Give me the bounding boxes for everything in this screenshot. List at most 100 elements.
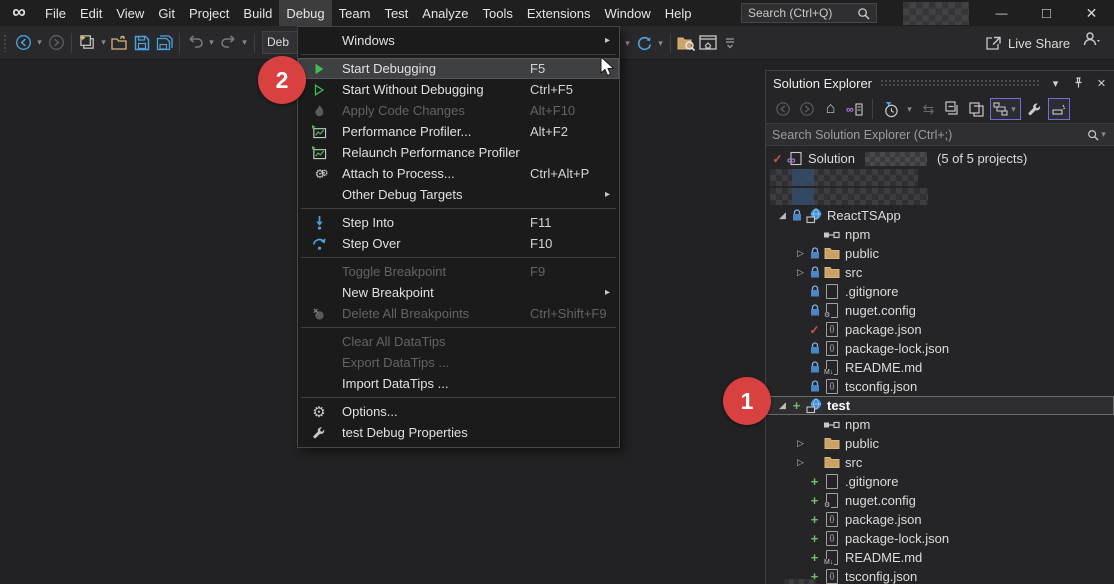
menu-item-test-debug-properties[interactable]: test Debug Properties — [298, 422, 619, 443]
run-target-caret-icon[interactable]: ▾ — [622, 38, 633, 49]
tree-item-package-json[interactable]: ✓ {} package.json — [766, 320, 1114, 339]
tree-item-gitignore[interactable]: + .gitignore — [766, 472, 1114, 491]
search-options-caret-icon[interactable]: ▾ — [1099, 129, 1108, 140]
menu-extensions[interactable]: Extensions — [520, 0, 598, 26]
tree-item-nuget-config[interactable]: + ⚙ nuget.config — [766, 491, 1114, 510]
refresh-caret-icon[interactable]: ▾ — [655, 38, 666, 49]
preview-selected-items-toggle[interactable] — [1048, 98, 1070, 120]
find-in-files-button[interactable] — [675, 31, 697, 55]
menu-build[interactable]: Build — [236, 0, 279, 26]
menu-team[interactable]: Team — [332, 0, 378, 26]
expander-expanded-icon[interactable]: ◢ — [776, 400, 789, 411]
tree-item-public[interactable]: ▷ public — [766, 434, 1114, 453]
menu-file[interactable]: File — [38, 0, 73, 26]
show-all-files-button[interactable] — [966, 99, 987, 120]
new-project-button[interactable] — [76, 31, 98, 55]
se-forward-button[interactable] — [796, 99, 817, 120]
tree-item-readme-md[interactable]: + M↓ README.md — [766, 548, 1114, 567]
navigate-backward-caret-icon[interactable]: ▾ — [34, 37, 45, 48]
open-file-button[interactable] — [109, 31, 131, 55]
tree-item-package-lock-json[interactable]: {} package-lock.json — [766, 339, 1114, 358]
menu-item-step-over[interactable]: Step Over F10 — [298, 233, 619, 254]
solution-explorer-header[interactable]: Solution Explorer ▾ ✕ — [766, 71, 1114, 95]
pin-icon[interactable] — [1070, 75, 1087, 92]
tree-item-reacttsapp[interactable]: ◢ ReactTSApp — [766, 206, 1114, 225]
tree-item-npm[interactable]: npm — [766, 415, 1114, 434]
redo-button[interactable] — [217, 31, 239, 55]
menu-item-attach-to-process[interactable]: ⚙ ⚙ Attach to Process... Ctrl+Alt+P — [298, 163, 619, 184]
menu-item-apply-code-changes[interactable]: Apply Code Changes Alt+F10 — [298, 100, 619, 121]
panel-menu-caret-icon[interactable]: ▾ — [1047, 75, 1064, 92]
expander-collapsed-icon[interactable]: ▷ — [794, 248, 807, 259]
expander-expanded-icon[interactable]: ◢ — [776, 210, 789, 221]
menu-view[interactable]: View — [109, 0, 151, 26]
properties-button[interactable] — [1024, 99, 1045, 120]
expander-collapsed-icon[interactable]: ▷ — [794, 438, 807, 449]
se-home-button[interactable]: ⌂ — [820, 99, 841, 120]
tree-item-public[interactable]: ▷ public — [766, 244, 1114, 263]
menu-analyze[interactable]: Analyze — [415, 0, 475, 26]
tree-item-src[interactable]: ▷ src — [766, 263, 1114, 282]
collapse-all-button[interactable] — [942, 99, 963, 120]
maximize-button[interactable]: □ — [1024, 0, 1069, 26]
menu-git[interactable]: Git — [151, 0, 182, 26]
toolbar-grip[interactable] — [3, 33, 8, 52]
tree-item-npm[interactable]: npm — [766, 225, 1114, 244]
save-button[interactable] — [131, 31, 153, 55]
undo-button[interactable] — [184, 31, 206, 55]
menu-item-start-without-debugging[interactable]: Start Without Debugging Ctrl+F5 — [298, 79, 619, 100]
menu-help[interactable]: Help — [658, 0, 699, 26]
tree-item-redacted[interactable] — [766, 168, 1114, 187]
tree-item-solution[interactable]: ✓ ∞ Solution (5 of 5 projects) — [766, 149, 1114, 168]
switch-views-button[interactable]: ∞ — [844, 99, 865, 120]
se-back-button[interactable] — [772, 99, 793, 120]
expander-collapsed-icon[interactable]: ▷ — [794, 267, 807, 278]
new-project-caret-icon[interactable]: ▾ — [98, 37, 109, 48]
menu-item-start-debugging[interactable]: Start Debugging F5 — [298, 58, 619, 79]
save-all-button[interactable] — [153, 31, 175, 55]
tree-item-package-lock-json[interactable]: + {} package-lock.json — [766, 529, 1114, 548]
tree-item-readme-md[interactable]: M↓ README.md — [766, 358, 1114, 377]
tree-item-src[interactable]: ▷ src — [766, 453, 1114, 472]
menu-item-import-datatips[interactable]: Import DataTips ... — [298, 373, 619, 394]
minimize-button[interactable]: — — [979, 0, 1024, 26]
menu-tools[interactable]: Tools — [476, 0, 520, 26]
menu-item-clear-all-datatips[interactable]: Clear All DataTips — [298, 331, 619, 352]
tree-item-package-json[interactable]: + {} package.json — [766, 510, 1114, 529]
menu-item-export-datatips[interactable]: Export DataTips ... — [298, 352, 619, 373]
menu-window[interactable]: Window — [597, 0, 657, 26]
menu-item-options[interactable]: ⚙ Options... — [298, 401, 619, 422]
global-search-input[interactable]: Search (Ctrl+Q) — [741, 3, 877, 23]
feedback-button[interactable] — [1082, 31, 1101, 52]
tree-item-nuget-config[interactable]: ⚙ nuget.config — [766, 301, 1114, 320]
solution-explorer-search-input[interactable]: Search Solution Explorer (Ctrl+;) ▾ — [766, 123, 1114, 146]
menu-item-performance-profiler[interactable]: Performance Profiler... Alt+F2 — [298, 121, 619, 142]
menu-edit[interactable]: Edit — [73, 0, 109, 26]
menu-item-windows[interactable]: Windows ▸ — [298, 30, 619, 51]
menu-test[interactable]: Test — [377, 0, 415, 26]
menu-item-new-breakpoint[interactable]: New Breakpoint ▸ — [298, 282, 619, 303]
sync-button[interactable]: ⇆ — [918, 99, 939, 120]
sync-caret-icon[interactable]: ▾ — [1009, 104, 1018, 115]
panel-drag-handle[interactable] — [880, 78, 1039, 88]
redo-caret-icon[interactable]: ▾ — [239, 37, 250, 48]
panel-close-icon[interactable]: ✕ — [1093, 75, 1110, 92]
toolbar-options-button[interactable] — [719, 31, 741, 55]
menu-project[interactable]: Project — [182, 0, 236, 26]
pending-changes-filter-button[interactable] — [880, 99, 901, 120]
menu-item-relaunch-performance-profiler[interactable]: Relaunch Performance Profiler — [298, 142, 619, 163]
menu-item-toggle-breakpoint[interactable]: Toggle Breakpoint F9 — [298, 261, 619, 282]
tree-item-redacted[interactable] — [766, 187, 1114, 206]
filter-caret-icon[interactable]: ▾ — [904, 104, 915, 115]
refresh-button[interactable] — [633, 31, 655, 55]
close-button[interactable]: ✕ — [1069, 0, 1114, 26]
window-layout-button[interactable] — [697, 31, 719, 55]
tree-item-gitignore[interactable]: .gitignore — [766, 282, 1114, 301]
expander-collapsed-icon[interactable]: ▷ — [794, 457, 807, 468]
menu-debug[interactable]: Debug — [279, 0, 332, 26]
menu-item-other-debug-targets[interactable]: Other Debug Targets ▸ — [298, 184, 619, 205]
live-share-button[interactable]: Live Share — [985, 31, 1070, 55]
tree-item-test-project[interactable]: ◢ + test — [766, 396, 1114, 415]
sync-with-active-document-toggle[interactable]: ▾ — [990, 98, 1021, 120]
tree-item-tsconfig-json[interactable]: + {} tsconfig.json — [766, 567, 1114, 584]
